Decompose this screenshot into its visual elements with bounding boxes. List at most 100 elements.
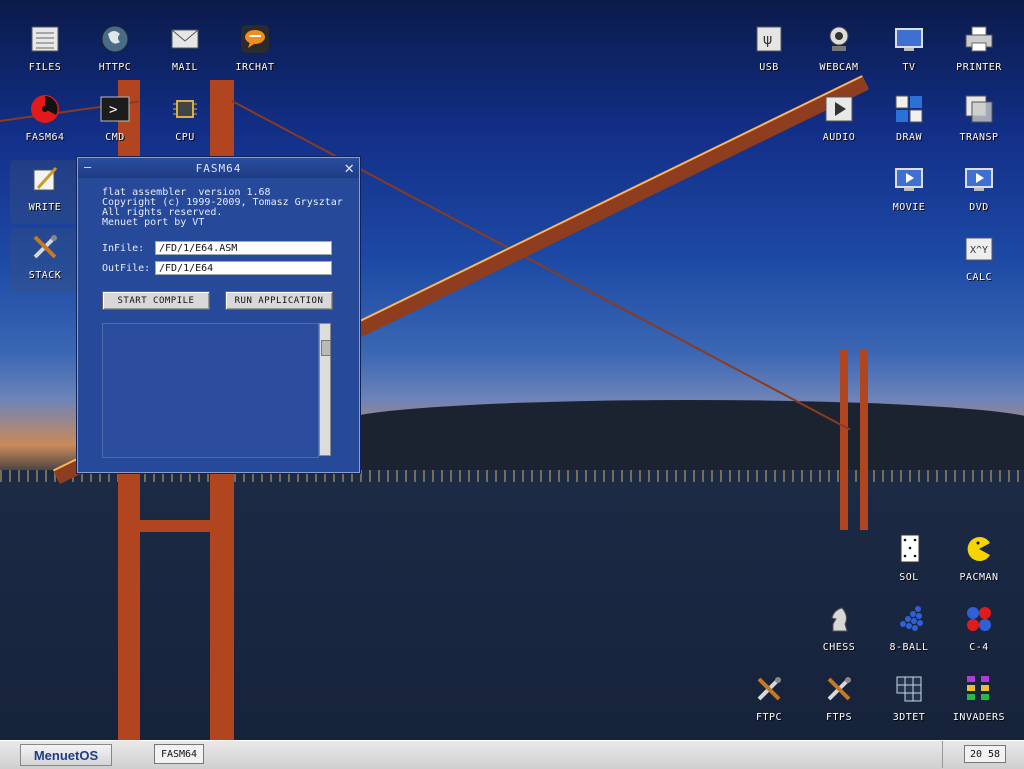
desktop-icon-label: WRITE bbox=[28, 202, 62, 213]
desktop-icon-label: FTPS bbox=[825, 712, 853, 723]
info-line: Menuet port by VT bbox=[102, 217, 205, 228]
desktop-icon-label: DVD bbox=[969, 202, 989, 213]
desktop-icon-label: FTPC bbox=[755, 712, 783, 723]
desktop-icon-label: SOL bbox=[899, 572, 919, 583]
desktop-icon-stack[interactable]: STACK bbox=[10, 228, 80, 292]
output-scrollbar[interactable] bbox=[319, 323, 331, 456]
start-menu-button[interactable]: MenuetOS bbox=[20, 744, 112, 766]
desktop-icon-cmd[interactable]: > CMD bbox=[80, 90, 150, 154]
desktop-icon-printer[interactable]: PRINTER bbox=[944, 20, 1014, 84]
desktop-icon-transp[interactable]: TRANSP bbox=[944, 90, 1014, 154]
desktop-icon-mail[interactable]: MAIL bbox=[150, 20, 220, 84]
usb-icon: ψ bbox=[752, 22, 786, 56]
fasm64-window[interactable]: — FASM64 ✕ flat assembler version 1.68 C… bbox=[77, 157, 360, 473]
desktop-icon-label: CPU bbox=[175, 132, 195, 143]
globe-icon bbox=[98, 22, 132, 56]
desktop-icon-sol[interactable]: SOL bbox=[874, 530, 944, 594]
desktop-icon-label: DRAW bbox=[895, 132, 923, 143]
desktop-icon-audio[interactable]: AUDIO bbox=[804, 90, 874, 154]
tv-icon bbox=[892, 22, 926, 56]
desktop-icon-write[interactable]: WRITE bbox=[10, 160, 80, 224]
desktop-icon-label: TRANSP bbox=[959, 132, 999, 143]
desktop-icon-usb[interactable]: ψ USB bbox=[734, 20, 804, 84]
desktop-icon-label: C-4 bbox=[969, 642, 989, 653]
desktop-icon-pacman[interactable]: PACMAN bbox=[944, 530, 1014, 594]
invaders-icon bbox=[962, 672, 996, 706]
desktop-icon-chess[interactable]: CHESS bbox=[804, 600, 874, 664]
desktop-icon-c4[interactable]: C-4 bbox=[944, 600, 1014, 664]
output-area[interactable] bbox=[102, 323, 319, 458]
svg-text:ψ: ψ bbox=[763, 32, 772, 48]
write-icon bbox=[28, 162, 62, 196]
desktop-icon-fasm64[interactable]: FASM64 bbox=[10, 90, 80, 154]
chat-icon bbox=[238, 22, 272, 56]
desktop-icon-label: 8-BALL bbox=[889, 642, 929, 653]
transparency-icon bbox=[962, 92, 996, 126]
desktop-icon-draw[interactable]: DRAW bbox=[874, 90, 944, 154]
desktop-icon-invaders[interactable]: INVADERS bbox=[944, 670, 1014, 734]
terminal-icon: > bbox=[98, 92, 132, 126]
bridge-crossbar bbox=[118, 520, 234, 532]
audio-icon bbox=[822, 92, 856, 126]
desktop-icon-label: WEBCAM bbox=[819, 62, 859, 73]
webcam-icon bbox=[822, 22, 856, 56]
minimize-icon[interactable]: — bbox=[84, 160, 92, 174]
desktop-icon-label: MOVIE bbox=[892, 202, 926, 213]
desktop-icon-3dtet[interactable]: 3DTET bbox=[874, 670, 944, 734]
chess-knight-icon bbox=[822, 602, 856, 636]
svg-text:X^Y: X^Y bbox=[970, 245, 988, 256]
start-compile-button[interactable]: START COMPILE bbox=[102, 291, 210, 310]
desktop-icon-label: MAIL bbox=[171, 62, 199, 73]
desktop-icon-label: STACK bbox=[28, 270, 62, 281]
window-titlebar[interactable]: — FASM64 ✕ bbox=[78, 158, 359, 178]
desktop-icon-cpu[interactable]: CPU bbox=[150, 90, 220, 154]
assembler-info: flat assembler version 1.68 Copyright (c… bbox=[102, 188, 343, 228]
tools-icon bbox=[822, 672, 856, 706]
scrollbar-thumb[interactable] bbox=[321, 340, 331, 356]
desktop-icon-8ball[interactable]: 8-BALL bbox=[874, 600, 944, 664]
desktop-icon-ftpc[interactable]: FTPC bbox=[734, 670, 804, 734]
desktop-icon-label: PRINTER bbox=[956, 62, 1002, 73]
outfile-label: OutFile: bbox=[102, 263, 151, 274]
desktop-icon-label: AUDIO bbox=[822, 132, 856, 143]
desktop-icon-label: FASM64 bbox=[25, 132, 65, 143]
desktop-icon-label: CMD bbox=[105, 132, 125, 143]
printer-icon bbox=[962, 22, 996, 56]
bridge-far-tower bbox=[860, 350, 868, 530]
files-icon bbox=[28, 22, 62, 56]
chip-icon bbox=[168, 92, 202, 126]
desktop-icon-tv[interactable]: TV bbox=[874, 20, 944, 84]
desktop-icon-calc[interactable]: X^Y CALC bbox=[944, 230, 1014, 294]
svg-text:>: > bbox=[109, 102, 117, 118]
desktop-icon-httpc[interactable]: HTTPC bbox=[80, 20, 150, 84]
infile-field[interactable]: /FD/1/E64.ASM bbox=[155, 241, 332, 255]
desktop-icon-dvd[interactable]: DVD bbox=[944, 160, 1014, 224]
infile-label: InFile: bbox=[102, 243, 145, 254]
mail-icon bbox=[168, 22, 202, 56]
desktop-icon-label: CALC bbox=[965, 272, 993, 283]
connect4-icon bbox=[962, 602, 996, 636]
desktop-icon-ftps[interactable]: FTPS bbox=[804, 670, 874, 734]
desktop-icon-label: CHESS bbox=[822, 642, 856, 653]
taskbar-item-fasm64[interactable]: FASM64 bbox=[154, 744, 204, 764]
billiards-icon bbox=[892, 602, 926, 636]
radiation-icon bbox=[28, 92, 62, 126]
desktop-icon-files[interactable]: FILES bbox=[10, 20, 80, 84]
desktop-icon-label: PACMAN bbox=[959, 572, 999, 583]
movie-icon bbox=[892, 162, 926, 196]
outfile-field[interactable]: /FD/1/E64 bbox=[155, 261, 332, 275]
run-application-button[interactable]: RUN APPLICATION bbox=[225, 291, 333, 310]
tetris-icon bbox=[892, 672, 926, 706]
close-icon[interactable]: ✕ bbox=[344, 158, 355, 177]
desktop-icon-label: IRCHAT bbox=[235, 62, 275, 73]
clock: 20 58 bbox=[964, 745, 1006, 763]
draw-icon bbox=[892, 92, 926, 126]
desktop-icon-movie[interactable]: MOVIE bbox=[874, 160, 944, 224]
pacman-icon bbox=[962, 532, 996, 566]
desktop-icon-irchat[interactable]: IRCHAT bbox=[220, 20, 290, 84]
desktop-icon-label: HTTPC bbox=[98, 62, 132, 73]
desktop-icon-webcam[interactable]: WEBCAM bbox=[804, 20, 874, 84]
calculator-icon: X^Y bbox=[962, 232, 996, 266]
window-title: FASM64 bbox=[195, 161, 242, 175]
desktop-icon-label: 3DTET bbox=[892, 712, 926, 723]
